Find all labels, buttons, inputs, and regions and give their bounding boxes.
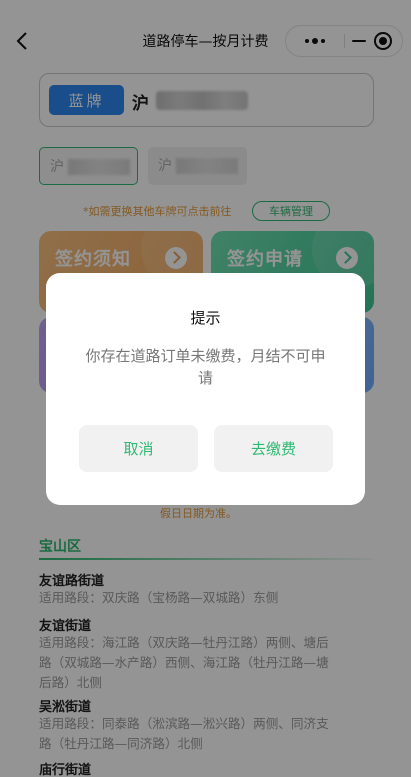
dialog-message: 你存在道路订单未缴费，月结不可申请 (85, 347, 326, 387)
dialog-title: 提示 (190, 309, 221, 327)
alert-dialog: 提示 你存在道路订单未缴费，月结不可申请 取消 去缴费 (46, 273, 365, 505)
cancel-button[interactable]: 取消 (79, 425, 198, 472)
go-pay-button[interactable]: 去缴费 (214, 425, 333, 472)
